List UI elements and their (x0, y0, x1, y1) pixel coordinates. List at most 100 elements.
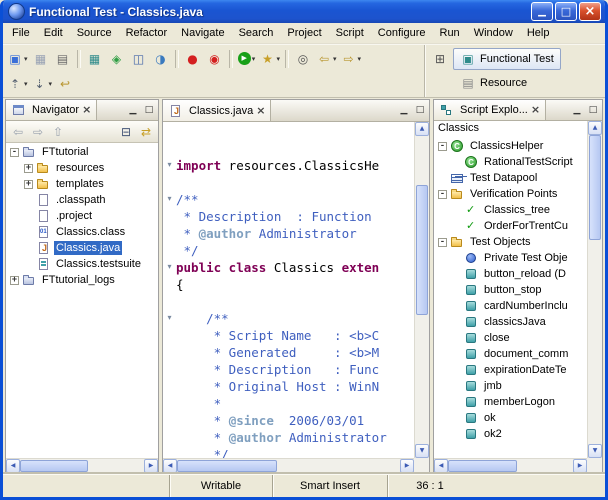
close-window-icon[interactable] (579, 2, 601, 21)
menu-source[interactable]: Source (70, 25, 119, 41)
fold-marker-icon[interactable]: ▾ (163, 157, 176, 174)
expander-minus-icon[interactable]: - (438, 141, 447, 151)
menu-file[interactable]: File (5, 25, 37, 41)
scroll-left-arrow-icon[interactable] (6, 459, 20, 473)
menu-search[interactable]: Search (232, 25, 281, 41)
scrollbar-thumb[interactable] (20, 460, 89, 472)
minimize-view-icon[interactable] (570, 104, 584, 116)
script-explorer-item-ok2[interactable]: ok2 (434, 426, 587, 442)
script-explorer-item-expirationdatete[interactable]: expirationDateTe (434, 362, 587, 378)
title-bar[interactable]: Functional Test - Classics.java (3, 0, 605, 23)
script-explorer-vertical-scrollbar[interactable] (587, 121, 602, 458)
script-explorer-item-button-reload-d[interactable]: button_reload (D (434, 266, 587, 282)
code-line[interactable]: ▾/** (163, 191, 414, 208)
collapse-all-button[interactable]: ⊟ (116, 122, 136, 141)
last-edit-location-button[interactable]: ↩ (54, 73, 76, 95)
back-button[interactable]: ⇦ ▾ (314, 48, 339, 70)
script-explorer-item-verification-points[interactable]: - Verification Points (434, 186, 587, 202)
expander-minus-icon[interactable]: - (10, 147, 19, 157)
editor-horizontal-scrollbar[interactable] (163, 458, 414, 473)
menu-window[interactable]: Window (467, 25, 520, 41)
back-button[interactable]: ⇦ (8, 122, 28, 141)
minimize-view-icon[interactable] (126, 104, 140, 116)
script-explorer-item-test-datapool[interactable]: Test Datapool (434, 170, 587, 186)
code-line[interactable] (163, 293, 414, 310)
script-explorer-item-test-objects[interactable]: - Test Objects (434, 234, 587, 250)
scrollbar-thumb[interactable] (589, 135, 601, 241)
editor-vertical-scrollbar[interactable] (414, 122, 429, 458)
script-explorer-item-rationaltestscript[interactable]: RationalTestScript (434, 154, 587, 170)
forward-button[interactable]: ⇨ (28, 122, 48, 141)
code-line[interactable]: * Description : Function (163, 208, 414, 225)
record-button[interactable]: ● (182, 48, 204, 70)
maximize-view-icon[interactable] (586, 104, 600, 116)
expander-minus-icon[interactable]: - (438, 237, 447, 247)
navigator-item-resources[interactable]: + resources (6, 160, 158, 176)
code-line[interactable]: * Description : Func (163, 361, 414, 378)
up-button[interactable]: ⇧ (48, 122, 68, 141)
insert-recording-button[interactable]: ◉ (204, 48, 226, 70)
close-icon[interactable] (82, 104, 91, 116)
menu-refactor[interactable]: Refactor (119, 25, 175, 41)
code-line[interactable]: ▾ public class Classics exten (163, 259, 414, 276)
scroll-left-arrow-icon[interactable] (434, 459, 448, 473)
resource-perspective-button[interactable]: ▤ Resource (453, 72, 534, 94)
script-explorer-item-classicshelper[interactable]: - ClassicsHelper (434, 138, 587, 154)
navigator-item-classics-java[interactable]: Classics.java (6, 240, 158, 256)
scrollbar-thumb[interactable] (416, 185, 428, 315)
scroll-right-arrow-icon[interactable] (573, 459, 587, 473)
scroll-right-arrow-icon[interactable] (144, 459, 158, 473)
scrollbar-track[interactable] (177, 459, 400, 473)
code-editor[interactable]: ▾ import resources.ClassicsHe ▾/** * Descr… (163, 122, 414, 458)
expander-plus-icon[interactable]: + (10, 275, 19, 285)
print-button[interactable]: ▤ (52, 48, 74, 70)
maximize-window-icon[interactable] (555, 2, 577, 21)
script-explorer-item-document-comm[interactable]: document_comm (434, 346, 587, 362)
expander-plus-icon[interactable]: + (24, 179, 33, 189)
minimize-window-icon[interactable] (531, 2, 553, 21)
script-explorer-item-close[interactable]: close (434, 330, 587, 346)
navigator-item-templates[interactable]: + templates (6, 176, 158, 192)
editor-tab-classics-java[interactable]: Classics.java (163, 100, 272, 121)
scrollbar-track[interactable] (415, 136, 429, 444)
scroll-up-arrow-icon[interactable] (415, 122, 429, 136)
verification-point-button[interactable]: ◈ (106, 48, 128, 70)
menu-configure[interactable]: Configure (371, 25, 433, 41)
configure-environments-button[interactable]: ◑ (150, 48, 172, 70)
scrollbar-thumb[interactable] (448, 460, 517, 472)
code-line[interactable]: * Original Host : WinN (163, 378, 414, 395)
script-explorer-item-button-stop[interactable]: button_stop (434, 282, 587, 298)
script-explorer-item-cardnumberinclu[interactable]: cardNumberInclu (434, 298, 587, 314)
code-line[interactable]: * @author Administrator (163, 429, 414, 446)
scroll-up-arrow-icon[interactable] (588, 121, 602, 135)
menu-run[interactable]: Run (433, 25, 467, 41)
navigator-item-classics-testsuite[interactable]: Classics.testsuite (6, 256, 158, 272)
fold-marker-icon[interactable]: ▾ (163, 310, 176, 327)
code-line[interactable]: * Generated : <b>M (163, 344, 414, 361)
code-line[interactable]: ▾ /** (163, 310, 414, 327)
code-line[interactable]: * Script Name : <b>C (163, 327, 414, 344)
forward-button[interactable]: ⇨ ▾ (339, 48, 364, 70)
test-object-map-button[interactable]: ◫ (128, 48, 150, 70)
new-wizard-button[interactable]: ▣ ▾ (5, 48, 30, 70)
code-line[interactable]: */ (163, 242, 414, 259)
minimize-editor-icon[interactable] (397, 105, 411, 117)
maximize-editor-icon[interactable] (413, 105, 427, 117)
debug-script-button[interactable]: ★ ▾ (258, 48, 283, 70)
menu-edit[interactable]: Edit (37, 25, 70, 41)
script-explorer-item-classicsjava[interactable]: classicsJava (434, 314, 587, 330)
open-perspective-button[interactable]: ⊞ (429, 48, 451, 70)
menu-script[interactable]: Script (329, 25, 371, 41)
code-line[interactable]: * (163, 395, 414, 412)
close-icon[interactable] (256, 105, 265, 117)
maximize-view-icon[interactable] (142, 104, 156, 116)
code-line[interactable] (163, 174, 414, 191)
menu-project[interactable]: Project (280, 25, 328, 41)
code-line[interactable]: { (163, 276, 414, 293)
code-line[interactable] (163, 123, 414, 140)
code-line[interactable]: */ (163, 446, 414, 458)
scrollbar-track[interactable] (448, 459, 573, 473)
code-line[interactable] (163, 140, 414, 157)
navigator-tab[interactable]: Navigator (6, 100, 98, 120)
expander-minus-icon[interactable]: - (438, 189, 447, 199)
